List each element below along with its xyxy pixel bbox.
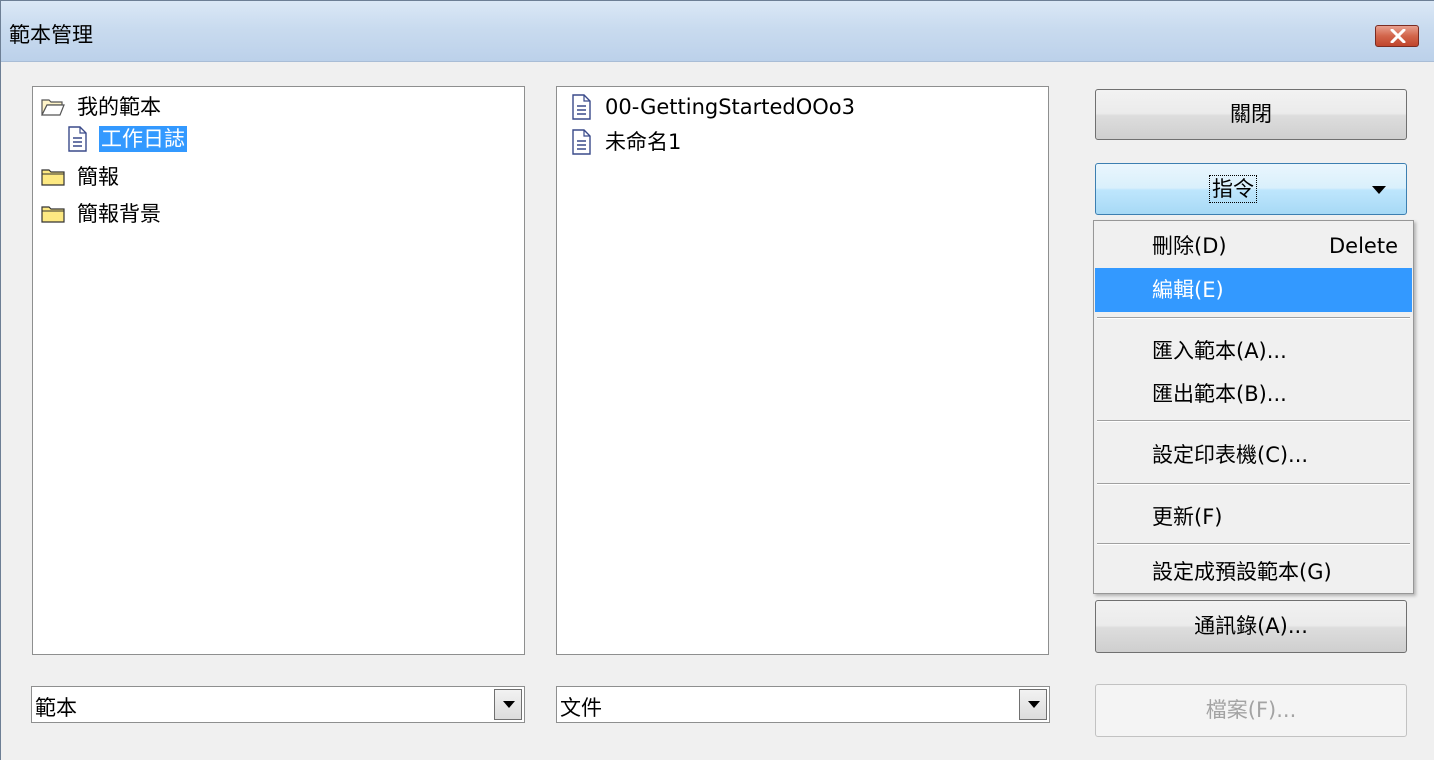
menu-item-export-template[interactable]: 匯出範本(B)... [1095,372,1412,416]
window-close-button[interactable] [1375,25,1419,47]
menu-item-label: 設定成預設範本(G) [1152,560,1332,584]
tree-item-label: 簡報 [77,165,119,189]
address-book-button[interactable]: 通訊錄(A)... [1095,600,1407,653]
commands-label: 指令 [1209,175,1257,203]
select-value: 文件 [560,696,602,720]
tree-item-label: 工作日誌 [99,126,187,152]
commands-button[interactable]: 指令 [1095,163,1407,215]
tree-item-label: 簡報背景 [77,202,161,226]
menu-item-set-default-template[interactable]: 設定成預設範本(G) [1095,550,1412,594]
chevron-down-icon [503,701,515,708]
menu-item-edit[interactable]: 編輯(E) [1095,268,1412,312]
commands-menu: 刪除(D) Delete 編輯(E) 匯入範本(A)... 匯出範本(B)...… [1093,220,1414,594]
menu-item-label: 匯出範本(B)... [1152,382,1287,406]
document-item[interactable]: 00-GettingStartedOOo3 [569,92,857,122]
chevron-down-icon [1372,186,1386,194]
menu-item-update[interactable]: 更新(F) [1095,495,1412,539]
tree-item-work-log[interactable]: 工作日誌 [65,124,187,154]
template-source-select[interactable]: 範本 [31,686,525,723]
document-list[interactable]: 00-GettingStartedOOo3 未命名1 [556,86,1049,655]
tree-item-label: 我的範本 [77,95,161,119]
menu-separator [1097,483,1410,485]
template-tree[interactable]: 我的範本 工作日誌 簡報 簡報背景 [32,86,525,655]
folder-open-icon [41,99,65,116]
document-icon [68,126,87,152]
dropdown-button[interactable] [494,689,522,720]
menu-item-label: 設定印表機(C)... [1152,443,1309,467]
file-button: 檔案(F)... [1095,684,1407,737]
dialog-title: 範本管理 [9,23,93,47]
menu-item-label: 刪除(D) [1152,234,1227,258]
menu-separator [1097,317,1410,319]
folder-icon [41,169,65,186]
document-item-label: 00-GettingStartedOOo3 [605,95,856,119]
menu-separator [1097,543,1410,545]
menu-item-label: 編輯(E) [1152,278,1224,302]
menu-item-shortcut: Delete [1329,234,1398,258]
menu-separator [1097,420,1410,422]
title-bar[interactable]: 範本管理 [1,1,1434,62]
menu-item-label: 匯入範本(A)... [1152,339,1287,363]
document-icon [572,94,591,120]
tree-item-presentations[interactable]: 簡報 [41,162,121,192]
close-icon [1390,29,1406,43]
menu-item-delete[interactable]: 刪除(D) Delete [1095,224,1412,268]
chevron-down-icon [1028,701,1040,708]
tree-item-my-templates[interactable]: 我的範本 [41,92,163,122]
template-management-dialog: 範本管理 我的範本 工作日誌 簡報 簡報背景 00-GettingStarted… [0,0,1434,760]
document-item[interactable]: 未命名1 [569,127,683,157]
tree-item-presentation-backgrounds[interactable]: 簡報背景 [41,199,163,229]
menu-item-label: 更新(F) [1152,505,1223,529]
document-source-select[interactable]: 文件 [556,686,1050,723]
close-button[interactable]: 關閉 [1095,89,1407,140]
menu-item-printer-setup[interactable]: 設定印表機(C)... [1095,433,1412,477]
select-value: 範本 [35,696,77,720]
document-item-label: 未命名1 [605,130,682,154]
folder-icon [41,206,65,223]
menu-item-import-template[interactable]: 匯入範本(A)... [1095,329,1412,373]
document-icon [572,129,591,155]
dropdown-button[interactable] [1019,689,1047,720]
